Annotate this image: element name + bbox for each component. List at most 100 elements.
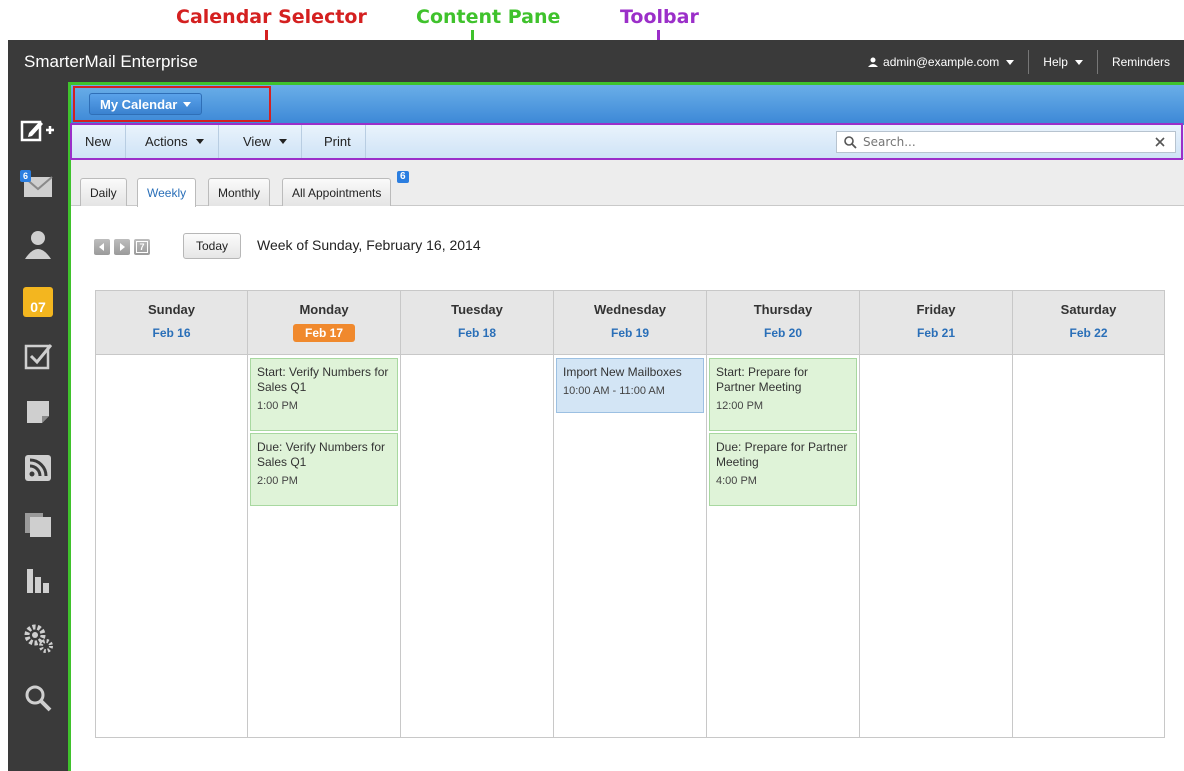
chevron-down-icon (183, 101, 192, 107)
day-date[interactable]: Feb 22 (1057, 324, 1119, 342)
next-week-button[interactable] (114, 239, 130, 255)
actions-menu-button[interactable]: Actions (131, 125, 219, 158)
left-sidebar: 6 07 (8, 84, 68, 771)
appointment-title: Due: Prepare for Partner Meeting (716, 440, 848, 469)
app-title: SmarterMail Enterprise (24, 52, 198, 71)
notes-icon[interactable] (18, 392, 58, 432)
day-name: Monday (299, 302, 349, 317)
previous-week-button[interactable] (94, 239, 110, 255)
new-button[interactable]: New (71, 125, 127, 158)
day-date[interactable]: Feb 18 (446, 324, 508, 342)
arrow-right-icon (120, 243, 125, 251)
day-column-monday[interactable]: Monday Feb 17 Start: Verify Numbers for … (248, 291, 401, 737)
print-label: Print (324, 134, 351, 149)
day-date[interactable]: Feb 20 (752, 324, 814, 342)
reminders-label: Reminders (1111, 55, 1170, 69)
appointment-time: 1:00 PM (257, 400, 298, 412)
appointment-item[interactable]: Start: Verify Numbers for Sales Q1 1:00 … (250, 358, 398, 431)
today-label: Today (196, 239, 229, 253)
appointment-title: Start: Verify Numbers for Sales Q1 (257, 365, 389, 394)
appointment-item[interactable]: Due: Verify Numbers for Sales Q1 2:00 PM (250, 433, 398, 506)
day-column-tuesday[interactable]: Tuesday Feb 18 (401, 291, 554, 737)
calendar-header-bar: My Calendar (71, 85, 1184, 125)
day-column-friday[interactable]: Friday Feb 21 (860, 291, 1013, 737)
reminders-link[interactable]: Reminders (1096, 50, 1184, 74)
mail-unread-badge: 6 (20, 170, 32, 182)
tab-weekly[interactable]: Weekly (137, 178, 197, 207)
day-column-sunday[interactable]: Sunday Feb 16 (96, 291, 248, 737)
search-icon[interactable] (18, 678, 58, 718)
file-storage-icon[interactable] (18, 504, 58, 544)
day-header: Wednesday Feb 19 (554, 291, 706, 355)
user-menu[interactable]: admin@example.com (854, 50, 1028, 74)
appointment-item[interactable]: Start: Prepare for Partner Meeting 12:00… (709, 358, 857, 431)
day-name: Saturday (1060, 302, 1117, 317)
contacts-icon[interactable] (18, 224, 58, 264)
day-name: Thursday (753, 302, 813, 317)
day-name: Sunday (148, 302, 195, 317)
day-date-today[interactable]: Feb 17 (292, 324, 355, 342)
day-date[interactable]: Feb 16 (140, 324, 202, 342)
day-column-wednesday[interactable]: Wednesday Feb 19 Import New Mailboxes 10… (554, 291, 707, 737)
clear-search-icon[interactable] (1151, 135, 1169, 149)
appointments-count-badge: 6 (397, 171, 409, 183)
calendar-selector-dropdown[interactable]: My Calendar (89, 93, 203, 115)
tab-all-appointments[interactable]: All Appointments (282, 178, 392, 206)
appointment-time: 4:00 PM (716, 475, 757, 487)
tab-daily[interactable]: Daily (80, 178, 127, 206)
content-pane-caption: Content Pane (416, 6, 561, 28)
app-header: SmarterMail Enterprise admin@example.com… (8, 40, 1184, 84)
chevron-down-icon (278, 139, 287, 144)
user-email: admin@example.com (883, 55, 1000, 69)
print-button[interactable]: Print (310, 125, 366, 158)
compose-icon[interactable] (18, 110, 58, 150)
day-column-saturday[interactable]: Saturday Feb 22 (1013, 291, 1164, 737)
day-header: Monday Feb 17 (248, 291, 400, 355)
appointment-time: 2:00 PM (257, 475, 298, 487)
day-header: Tuesday Feb 18 (401, 291, 553, 355)
actions-label: Actions (145, 134, 188, 149)
chevron-down-icon (1074, 59, 1083, 65)
reports-icon[interactable] (18, 560, 58, 600)
day-name: Tuesday (451, 302, 503, 317)
tab-daily-label: Daily (90, 185, 117, 200)
appointment-time: 12:00 PM (716, 400, 764, 412)
settings-gear-icon[interactable] (18, 618, 58, 658)
day-header: Sunday Feb 16 (96, 291, 247, 355)
search-box (836, 131, 1176, 153)
arrow-left-icon (99, 243, 104, 251)
appointment-time: 10:00 AM - 11:00 AM (563, 385, 665, 397)
week-title: Week of Sunday, February 16, 2014 (257, 237, 481, 253)
calendar-icon-day: 07 (30, 299, 46, 315)
day-column-thursday[interactable]: Thursday Feb 20 Start: Prepare for Partn… (707, 291, 860, 737)
view-tabs: Daily Weekly Monthly All Appointments 6 (71, 160, 1184, 207)
search-input[interactable] (859, 135, 1151, 149)
tab-monthly-label: Monthly (218, 185, 261, 200)
appointment-title: Start: Prepare for Partner Meeting (716, 365, 809, 394)
mail-icon[interactable]: 6 (18, 166, 58, 206)
appointment-item[interactable]: Due: Prepare for Partner Meeting 4:00 PM (709, 433, 857, 506)
new-button-label: New (85, 134, 112, 149)
tab-all-label: All Appointments (292, 185, 382, 200)
date-picker-button[interactable]: 7 (134, 239, 150, 255)
day-date[interactable]: Feb 21 (905, 324, 967, 342)
day-header: Friday Feb 21 (860, 291, 1012, 355)
today-button[interactable]: Today (183, 233, 242, 259)
toolbar-caption: Toolbar (620, 6, 699, 28)
appointment-title: Due: Verify Numbers for Sales Q1 (257, 440, 386, 469)
header-menu: admin@example.com Help Reminders (854, 40, 1184, 84)
appointment-item[interactable]: Import New Mailboxes 10:00 AM - 11:00 AM (556, 358, 704, 413)
day-date[interactable]: Feb 19 (599, 324, 661, 342)
tab-weekly-label: Weekly (147, 186, 187, 200)
calendar-selector-label: My Calendar (100, 96, 178, 112)
calendar-selector-caption: Calendar Selector (176, 6, 367, 28)
help-menu[interactable]: Help (1028, 50, 1097, 74)
week-grid: Sunday Feb 16 Monday Feb 17 Start: Verif… (95, 290, 1165, 738)
view-menu-button[interactable]: View (229, 125, 302, 158)
tab-monthly[interactable]: Monthly (208, 178, 271, 206)
chevron-down-icon (195, 139, 204, 144)
tasks-icon[interactable] (18, 336, 58, 376)
calendar-icon[interactable]: 07 (18, 282, 58, 322)
rss-feed-icon[interactable] (18, 448, 58, 488)
day-header: Saturday Feb 22 (1013, 291, 1164, 355)
